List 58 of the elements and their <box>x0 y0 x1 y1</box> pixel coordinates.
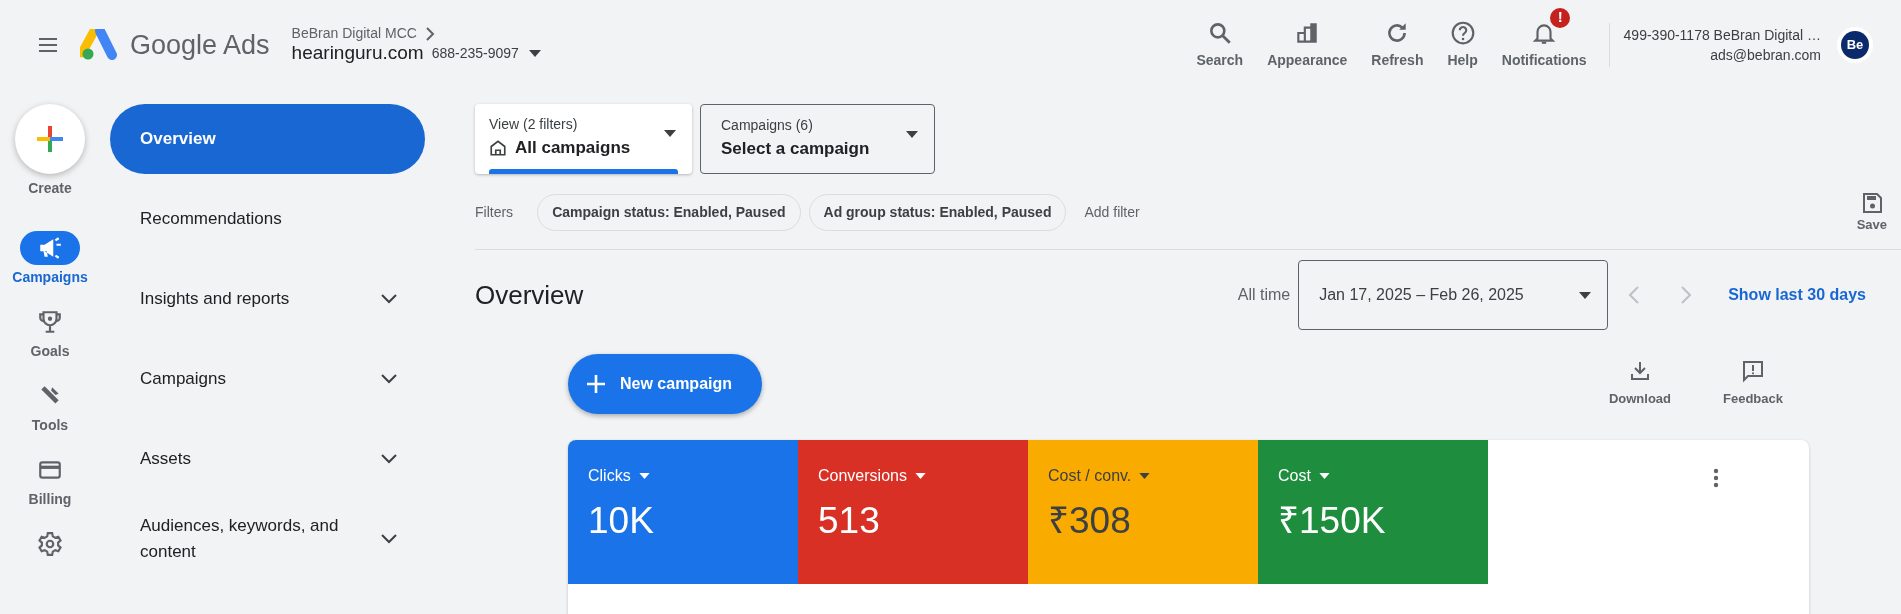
notifications-button[interactable]: Notifications ! <box>1489 5 1599 71</box>
account-dropdown-icon[interactable] <box>528 49 541 57</box>
new-campaign-button[interactable]: New campaign <box>568 354 763 414</box>
help-icon <box>1449 19 1476 46</box>
show-last-30-days-link[interactable]: Show last 30 days <box>1728 283 1866 307</box>
feedback-button[interactable]: Feedback <box>1697 359 1809 409</box>
nav-item[interactable]: Assets <box>110 424 425 494</box>
range-label: All time <box>1237 285 1291 305</box>
view-dropdown[interactable]: View (2 filters) All campaigns <box>475 104 692 174</box>
help-button[interactable]: Help <box>1435 19 1490 71</box>
settings-icon <box>37 531 63 557</box>
refresh-button[interactable]: Refresh <box>1359 19 1436 71</box>
feedback-icon <box>1741 359 1765 384</box>
tools-nav-button[interactable]: Tools <box>20 379 80 436</box>
caret-icon <box>1318 473 1330 479</box>
caret-icon <box>1579 291 1592 299</box>
avatar[interactable]: Be <box>1841 31 1869 59</box>
date-range-picker[interactable]: Jan 17, 2025 – Feb 26, 2025 <box>1298 260 1609 330</box>
account-id: 688-235-9097 <box>431 45 519 62</box>
download-button[interactable]: Download <box>1582 359 1697 409</box>
caret-icon <box>906 131 918 138</box>
account-name: hearinguru.com <box>291 42 424 65</box>
more-options-icon[interactable] <box>1713 468 1719 488</box>
alert-badge: ! <box>1548 5 1573 30</box>
page-title: Overview <box>475 278 584 312</box>
metric-tile[interactable]: Cost / conv. ₹308 <box>1028 440 1258 584</box>
appearance-button[interactable]: Appearance <box>1255 19 1360 71</box>
caret-icon <box>638 473 650 479</box>
metric-tile[interactable]: Clicks 10K <box>568 440 798 584</box>
account-label: 499-390-1178 BeBran Digital … <box>1623 25 1821 45</box>
nav-item[interactable]: Overview <box>110 104 425 174</box>
caret-icon <box>1139 473 1151 479</box>
metric-tile[interactable]: Cost ₹150K <box>1258 440 1488 584</box>
campaign-dropdown[interactable]: Campaigns (6) Select a campaign <box>700 104 935 174</box>
plus-icon <box>586 374 606 394</box>
home-icon <box>489 138 507 157</box>
logo-icon <box>80 29 120 61</box>
nav-item[interactable]: Audiences, keywords, and content <box>110 504 425 574</box>
megaphone-icon <box>37 235 63 261</box>
campaigns-nav-button[interactable]: Campaigns <box>12 231 88 288</box>
add-filter-link[interactable]: Add filter <box>1078 201 1146 224</box>
nav-item[interactable]: Insights and reports <box>110 264 425 334</box>
search-button[interactable]: Search <box>1184 19 1256 71</box>
caret-icon <box>914 473 926 479</box>
filters-label: Filters <box>475 203 514 222</box>
trophy-icon <box>37 309 63 335</box>
save-button[interactable]: Save <box>1856 190 1901 235</box>
caret-icon <box>664 130 676 137</box>
billing-nav-button[interactable]: Billing <box>20 453 80 510</box>
user-email: ads@bebran.com <box>1709 46 1821 65</box>
product-name: Google Ads <box>130 28 270 62</box>
goals-nav-button[interactable]: Goals <box>20 305 80 362</box>
chevron-right-icon <box>424 26 435 41</box>
plus-icon <box>35 124 65 154</box>
nav-item[interactable]: Recommendations <box>110 184 425 254</box>
nav-item[interactable]: Campaigns <box>110 344 425 414</box>
metric-tile[interactable]: Conversions 513 <box>798 440 1028 584</box>
manager-account-link[interactable]: BeBran Digital MCC <box>291 25 417 42</box>
